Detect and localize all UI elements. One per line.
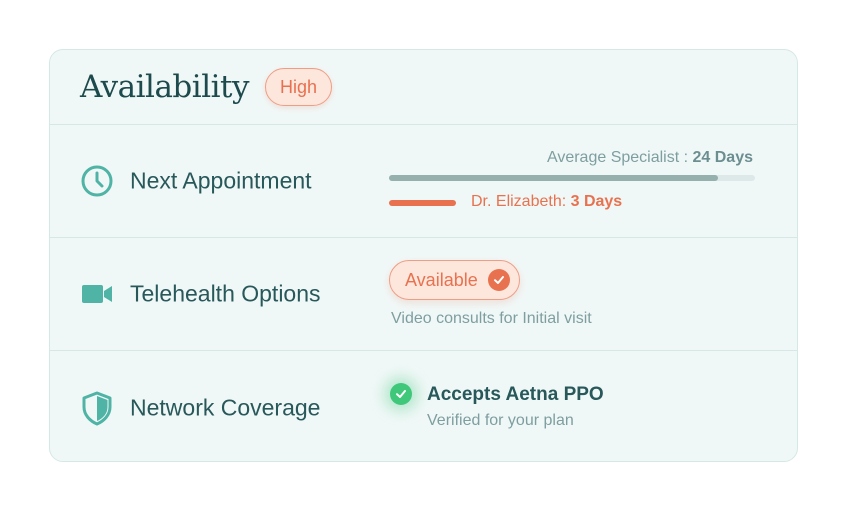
- network-coverage-label: Network Coverage: [130, 394, 321, 420]
- availability-level-badge: High: [265, 68, 333, 106]
- doctor-wait-bar: [389, 200, 456, 206]
- network-coverage-row: Network Coverage Accepts Aetna PPO Verif…: [50, 351, 797, 461]
- doctor-wait-text: Dr. Elizabeth: 3 Days: [471, 193, 623, 210]
- card-title: Availability: [80, 69, 250, 105]
- verified-check-icon: [390, 383, 412, 405]
- shield-icon: [79, 390, 115, 426]
- next-appointment-row: Next Appointment Average Specialist : 24…: [50, 125, 797, 238]
- video-camera-icon: [79, 276, 115, 312]
- clock-icon: [79, 163, 115, 199]
- verification-note: Verified for your plan: [427, 412, 574, 429]
- telehealth-status-text: Available: [405, 269, 478, 290]
- check-icon: [487, 269, 510, 291]
- telehealth-description: Video consults for Initial visit: [391, 310, 592, 327]
- next-appointment-label: Next Appointment: [130, 167, 312, 194]
- card-header: Availability High: [50, 50, 797, 125]
- availability-card: Availability High Next Appointment Avera…: [49, 49, 798, 462]
- telehealth-row: Telehealth Options Available Video consu…: [50, 238, 797, 351]
- telehealth-label: Telehealth Options: [130, 280, 321, 307]
- accepted-insurance: Accepts Aetna PPO: [427, 384, 604, 405]
- average-specialist-text: Average Specialist : 24 Days: [546, 149, 753, 166]
- average-wait-bar: [389, 175, 755, 181]
- telehealth-status-badge: Available: [389, 260, 520, 300]
- average-wait-bar-fill: [389, 175, 719, 181]
